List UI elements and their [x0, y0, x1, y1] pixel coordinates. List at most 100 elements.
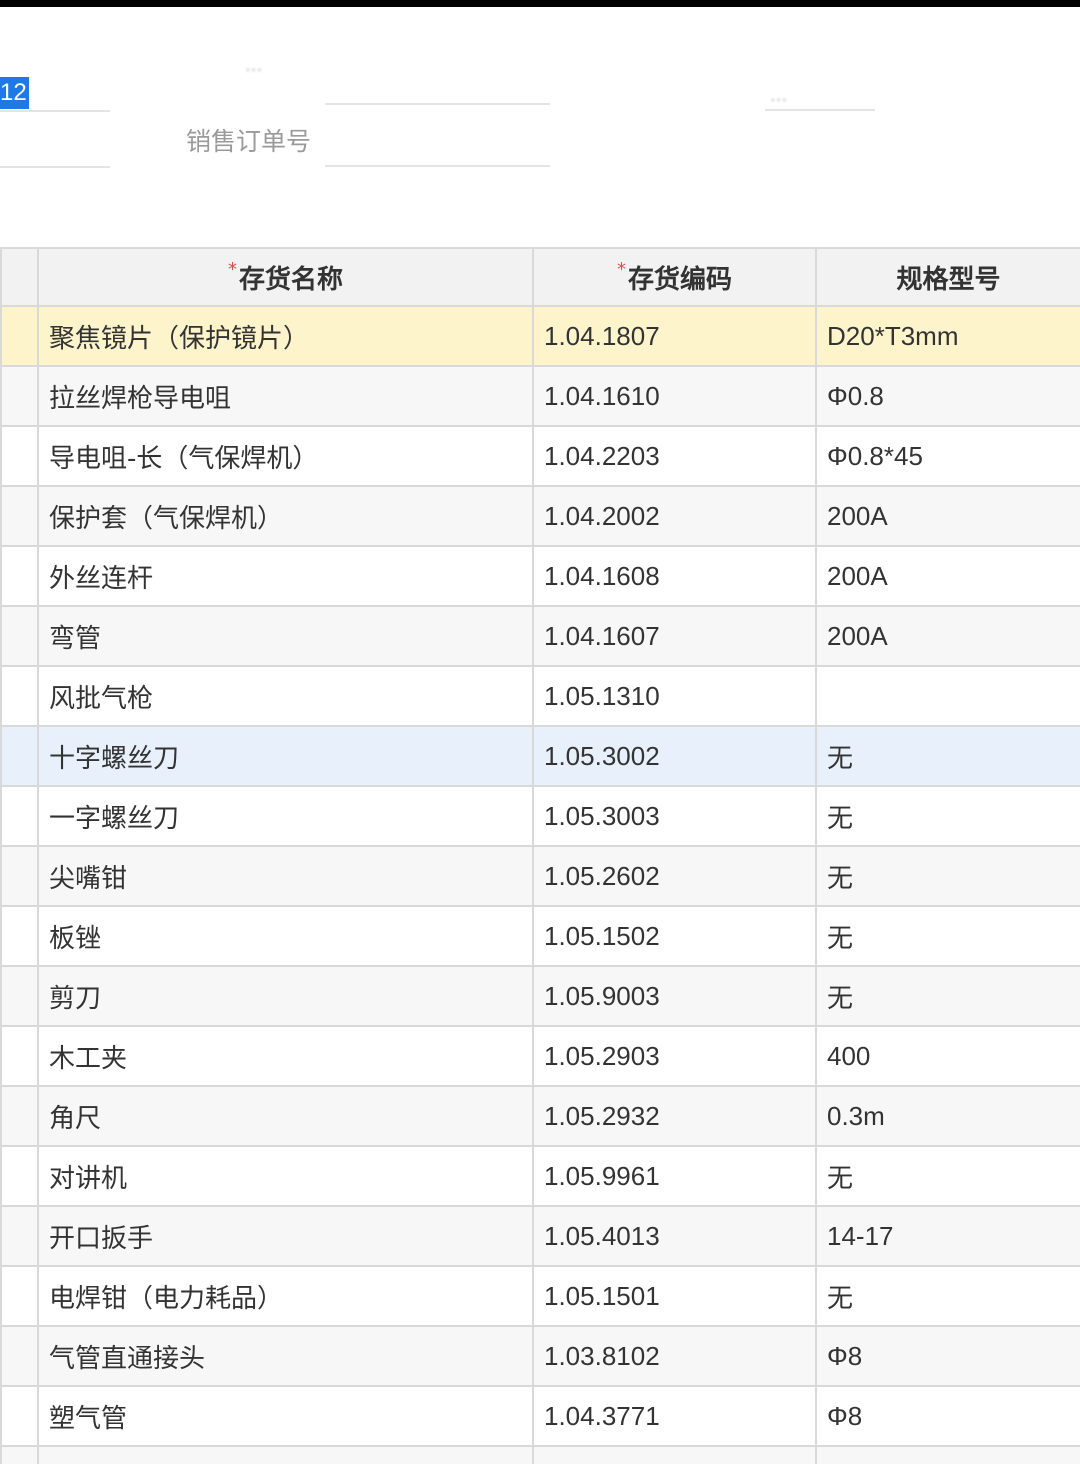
- spec-model-cell[interactable]: 200A: [815, 545, 1080, 607]
- table-row[interactable]: 开口扳手 1.05.4013 14-17: [0, 1205, 1080, 1267]
- spec-model-cell[interactable]: 0.3m: [815, 1085, 1080, 1147]
- inventory-name-cell[interactable]: 保护套（气保焊机）: [37, 485, 534, 547]
- row-index-cell[interactable]: [0, 1445, 39, 1464]
- inventory-code-cell[interactable]: 1.05.2932: [532, 1085, 817, 1147]
- row-index-cell[interactable]: [0, 965, 39, 1027]
- row-index-cell[interactable]: [0, 1265, 39, 1327]
- inventory-name-cell[interactable]: 角尺: [37, 1085, 534, 1147]
- inventory-name-cell[interactable]: 十字螺丝刀: [37, 725, 534, 787]
- table-row[interactable]: [0, 1445, 1080, 1464]
- table-row[interactable]: 十字螺丝刀 1.05.3002 无: [0, 725, 1080, 787]
- row-index-cell[interactable]: [0, 365, 39, 427]
- row-index-cell[interactable]: [0, 1325, 39, 1387]
- inventory-name-cell[interactable]: 板锉: [37, 905, 534, 967]
- inventory-code-cell[interactable]: 1.05.3003: [532, 785, 817, 847]
- inventory-name-cell[interactable]: 剪刀: [37, 965, 534, 1027]
- row-index-cell[interactable]: [0, 305, 39, 367]
- header-cell-spec-model[interactable]: 规格型号: [815, 247, 1080, 307]
- table-row[interactable]: 拉丝焊枪导电咀 1.04.1610 Φ0.8: [0, 365, 1080, 427]
- inventory-code-cell[interactable]: 1.05.1502: [532, 905, 817, 967]
- spec-model-cell[interactable]: 14-17: [815, 1205, 1080, 1267]
- spec-model-cell[interactable]: Φ0.8: [815, 365, 1080, 427]
- inventory-name-cell[interactable]: 拉丝焊枪导电咀: [37, 365, 534, 427]
- inventory-code-cell[interactable]: 1.04.2002: [532, 485, 817, 547]
- spec-model-cell[interactable]: Φ8: [815, 1325, 1080, 1387]
- table-row[interactable]: 聚焦镜片（保护镜片） 1.04.1807 D20*T3mm: [0, 305, 1080, 367]
- table-row[interactable]: 导电咀-长（气保焊机） 1.04.2203 Φ0.8*45: [0, 425, 1080, 487]
- row-index-cell[interactable]: [0, 905, 39, 967]
- inventory-code-cell[interactable]: 1.05.9003: [532, 965, 817, 1027]
- header-cell-inventory-name[interactable]: *存货名称: [37, 247, 534, 307]
- inventory-name-cell[interactable]: 开口扳手: [37, 1205, 534, 1267]
- inventory-name-cell[interactable]: 气管直通接头: [37, 1325, 534, 1387]
- spec-model-cell[interactable]: 200A: [815, 485, 1080, 547]
- inventory-code-cell[interactable]: 1.04.1607: [532, 605, 817, 667]
- inventory-code-cell[interactable]: 1.05.2903: [532, 1025, 817, 1087]
- spec-model-cell[interactable]: [815, 1445, 1080, 1464]
- row-index-cell[interactable]: [0, 785, 39, 847]
- table-row[interactable]: 角尺 1.05.2932 0.3m: [0, 1085, 1080, 1147]
- inventory-code-cell[interactable]: 1.05.3002: [532, 725, 817, 787]
- spec-model-cell[interactable]: 无: [815, 725, 1080, 787]
- inventory-name-cell[interactable]: 尖嘴钳: [37, 845, 534, 907]
- spec-model-cell[interactable]: Φ8: [815, 1385, 1080, 1447]
- header-cell-inventory-code[interactable]: *存货编码: [532, 247, 817, 307]
- spec-model-cell[interactable]: Φ0.8*45: [815, 425, 1080, 487]
- spec-model-cell[interactable]: 无: [815, 965, 1080, 1027]
- row-index-cell[interactable]: [0, 1385, 39, 1447]
- inventory-code-cell[interactable]: 1.05.9961: [532, 1145, 817, 1207]
- sales-order-input[interactable]: [325, 165, 550, 167]
- row-index-cell[interactable]: [0, 1205, 39, 1267]
- row-index-cell[interactable]: [0, 665, 39, 727]
- inventory-name-cell[interactable]: 一字螺丝刀: [37, 785, 534, 847]
- inventory-name-cell[interactable]: 木工夹: [37, 1025, 534, 1087]
- spec-model-cell[interactable]: 400: [815, 1025, 1080, 1087]
- table-row[interactable]: 对讲机 1.05.9961 无: [0, 1145, 1080, 1207]
- table-row[interactable]: 外丝连杆 1.04.1608 200A: [0, 545, 1080, 607]
- row-index-cell[interactable]: [0, 425, 39, 487]
- table-row[interactable]: 板锉 1.05.1502 无: [0, 905, 1080, 967]
- inventory-code-cell[interactable]: 1.04.1807: [532, 305, 817, 367]
- inventory-name-cell[interactable]: 聚焦镜片（保护镜片）: [37, 305, 534, 367]
- inventory-name-cell[interactable]: [37, 1445, 534, 1464]
- row-index-cell[interactable]: [0, 1025, 39, 1087]
- row-index-cell[interactable]: [0, 1145, 39, 1207]
- inventory-name-cell[interactable]: 对讲机: [37, 1145, 534, 1207]
- inventory-code-cell[interactable]: [532, 1445, 817, 1464]
- inventory-name-cell[interactable]: 弯管: [37, 605, 534, 667]
- table-row[interactable]: 气管直通接头 1.03.8102 Φ8: [0, 1325, 1080, 1387]
- inventory-code-cell[interactable]: 1.04.1608: [532, 545, 817, 607]
- row-index-cell[interactable]: [0, 605, 39, 667]
- spec-model-cell[interactable]: 无: [815, 1265, 1080, 1327]
- spec-model-cell[interactable]: 200A: [815, 605, 1080, 667]
- selected-field-value[interactable]: 12: [0, 77, 29, 109]
- inventory-code-cell[interactable]: 1.05.1310: [532, 665, 817, 727]
- table-row[interactable]: 电焊钳（电力耗品） 1.05.1501 无: [0, 1265, 1080, 1327]
- row-index-cell[interactable]: [0, 845, 39, 907]
- table-row[interactable]: 一字螺丝刀 1.05.3003 无: [0, 785, 1080, 847]
- row-index-cell[interactable]: [0, 725, 39, 787]
- table-row[interactable]: 风批气枪 1.05.1310: [0, 665, 1080, 727]
- inventory-code-cell[interactable]: 1.04.2203: [532, 425, 817, 487]
- table-row[interactable]: 保护套（气保焊机） 1.04.2002 200A: [0, 485, 1080, 547]
- table-row[interactable]: 塑气管 1.04.3771 Φ8: [0, 1385, 1080, 1447]
- row-index-cell[interactable]: [0, 545, 39, 607]
- table-row[interactable]: 尖嘴钳 1.05.2602 无: [0, 845, 1080, 907]
- inventory-name-cell[interactable]: 塑气管: [37, 1385, 534, 1447]
- inventory-code-cell[interactable]: 1.05.1501: [532, 1265, 817, 1327]
- spec-model-cell[interactable]: 无: [815, 845, 1080, 907]
- inventory-code-cell[interactable]: 1.05.2602: [532, 845, 817, 907]
- spec-model-cell[interactable]: 无: [815, 785, 1080, 847]
- table-row[interactable]: 弯管 1.04.1607 200A: [0, 605, 1080, 667]
- inventory-name-cell[interactable]: 外丝连杆: [37, 545, 534, 607]
- row-index-cell[interactable]: [0, 1085, 39, 1147]
- inventory-name-cell[interactable]: 电焊钳（电力耗品）: [37, 1265, 534, 1327]
- table-row[interactable]: 木工夹 1.05.2903 400: [0, 1025, 1080, 1087]
- inventory-code-cell[interactable]: 1.03.8102: [532, 1325, 817, 1387]
- spec-model-cell[interactable]: 无: [815, 1145, 1080, 1207]
- row-index-cell[interactable]: [0, 485, 39, 547]
- inventory-code-cell[interactable]: 1.04.1610: [532, 365, 817, 427]
- inventory-name-cell[interactable]: 导电咀-长（气保焊机）: [37, 425, 534, 487]
- table-row[interactable]: 剪刀 1.05.9003 无: [0, 965, 1080, 1027]
- inventory-code-cell[interactable]: 1.04.3771: [532, 1385, 817, 1447]
